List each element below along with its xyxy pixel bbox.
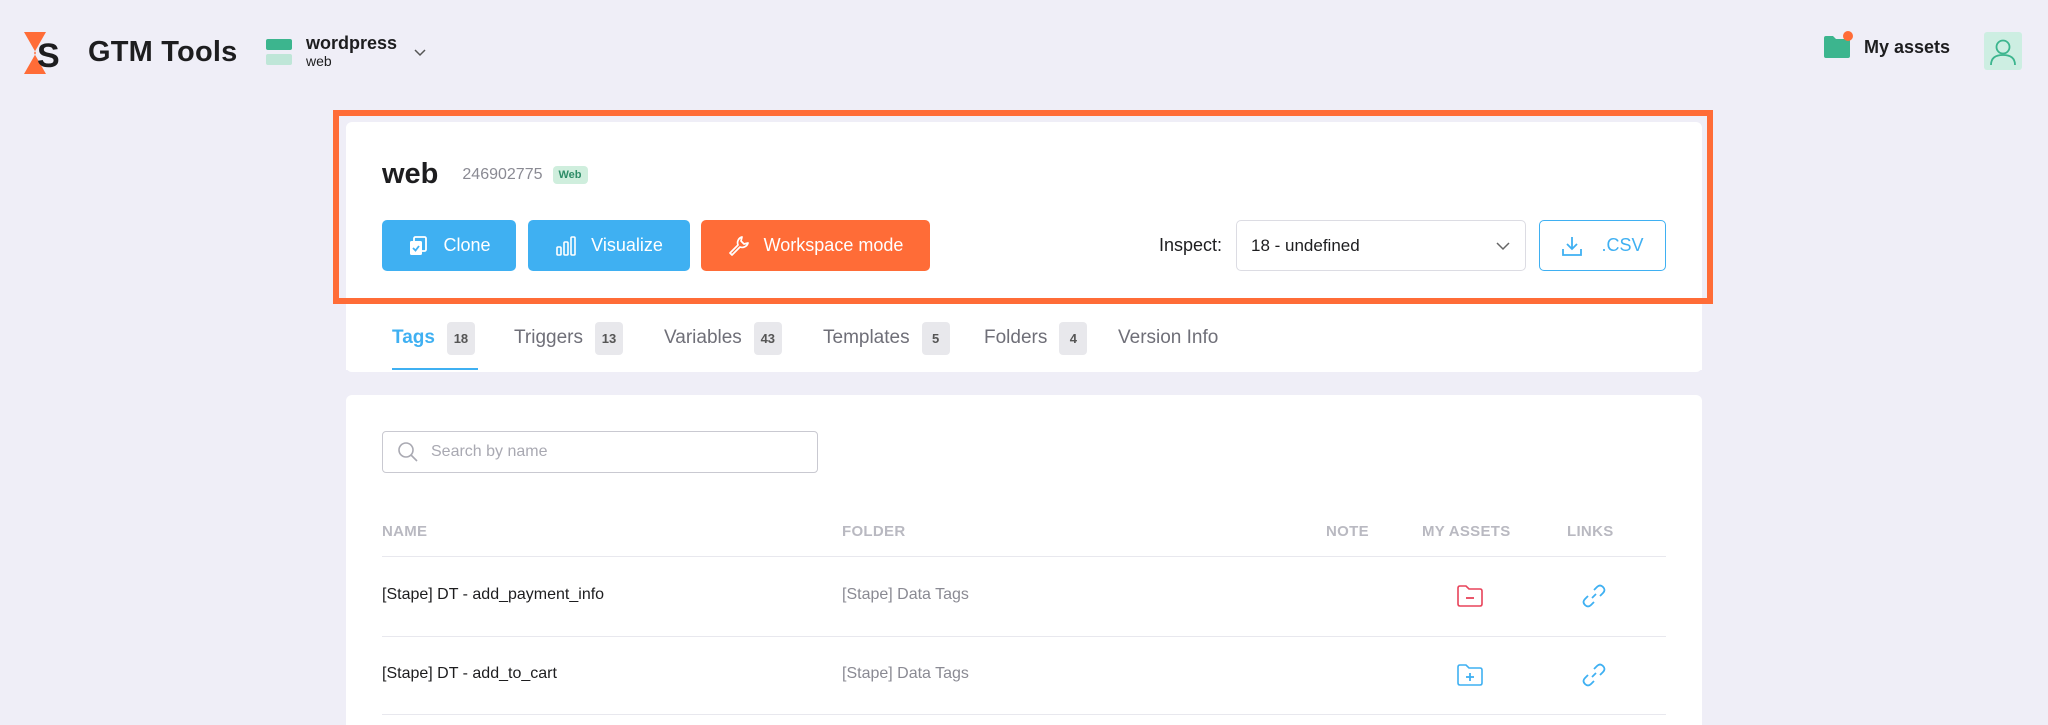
tab-count: 18 [446, 321, 475, 355]
tab-version-info[interactable]: Version Info [1118, 320, 1218, 356]
inspect-label: Inspect: [1159, 235, 1223, 255]
tag-name[interactable]: [Stape] DT - add_to_cart [382, 665, 557, 683]
search-box [382, 431, 818, 473]
folder-minus-icon[interactable] [1456, 582, 1484, 610]
inspect-version-select[interactable]: 18 - undefined [1236, 220, 1526, 271]
container-title-row: web 246902775 Web [382, 158, 588, 191]
tag-folder: [Stape] Data Tags [842, 586, 969, 603]
folder-plus-icon[interactable] [1456, 661, 1484, 689]
container-icon [266, 39, 292, 65]
svg-text:S: S [37, 37, 60, 74]
search-input[interactable] [431, 443, 811, 461]
clone-button[interactable]: Clone [382, 220, 516, 271]
user-icon [1990, 39, 2016, 66]
tag-folder: [Stape] Data Tags [842, 665, 969, 682]
folder-icon [1824, 31, 1853, 58]
workspace-mode-button[interactable]: Workspace mode [701, 220, 930, 271]
top-bar: S GTM Tools wordpress web My assets [0, 0, 2048, 104]
column-header-name[interactable]: NAME [382, 523, 427, 540]
tab-label: Tags [392, 327, 435, 348]
tab-tags[interactable]: Tags 18 [392, 320, 475, 356]
notification-dot [1843, 31, 1853, 41]
tag-name[interactable]: [Stape] DT - add_payment_info [382, 586, 604, 604]
link-icon[interactable] [1580, 661, 1608, 689]
tab-label: Version Info [1118, 327, 1219, 348]
container-id: 246902775 [462, 165, 543, 183]
tab-label: Variables [664, 327, 742, 348]
stape-logo[interactable]: S [24, 32, 64, 74]
tab-folders[interactable]: Folders 4 [984, 320, 1088, 356]
tab-count: 4 [1059, 321, 1088, 355]
row-divider [382, 714, 1666, 715]
tab-label: Folders [984, 327, 1048, 348]
container-name: wordpress [306, 33, 398, 54]
tab-triggers[interactable]: Triggers 13 [514, 320, 623, 356]
visualize-button[interactable]: Visualize [528, 220, 690, 271]
tab-count: 43 [753, 321, 782, 355]
column-header-folder[interactable]: FOLDER [842, 523, 905, 540]
container-type: web [306, 53, 332, 70]
search-icon [398, 442, 418, 462]
tab-count: 13 [594, 321, 623, 355]
chevron-down-icon [414, 49, 426, 57]
tab-templates[interactable]: Templates 5 [823, 320, 950, 356]
bar-chart-icon [556, 235, 576, 256]
clone-icon [410, 235, 428, 255]
user-avatar[interactable] [1984, 32, 2022, 70]
download-icon [1562, 236, 1583, 256]
my-assets-link[interactable]: My assets [1824, 31, 1951, 58]
row-divider [382, 556, 1666, 557]
column-header-my-assets: MY ASSETS [1422, 523, 1511, 540]
container-selector[interactable]: wordpress web [266, 30, 427, 74]
chevron-down-icon [1496, 241, 1510, 250]
brand-name: GTM Tools [88, 36, 238, 68]
clone-label: Clone [443, 235, 491, 255]
wrench-icon [728, 235, 749, 256]
column-header-note: NOTE [1326, 523, 1369, 540]
inspect-selected-value: 18 - undefined [1251, 235, 1360, 255]
tab-variables[interactable]: Variables 43 [664, 320, 782, 356]
link-icon[interactable] [1580, 582, 1608, 610]
page-title: web [382, 158, 439, 190]
export-csv-label: .CSV [1601, 235, 1644, 255]
tab-label: Templates [823, 327, 910, 348]
column-header-links: LINKS [1567, 523, 1614, 540]
tab-count: 5 [921, 321, 950, 355]
tab-label: Triggers [514, 327, 583, 348]
container-type-badge: Web [552, 165, 588, 184]
my-assets-label: My assets [1864, 36, 1951, 57]
row-divider [382, 636, 1666, 637]
visualize-label: Visualize [591, 235, 663, 255]
workspace-mode-label: Workspace mode [763, 235, 904, 255]
export-csv-button[interactable]: .CSV [1539, 220, 1666, 271]
active-tab-indicator [392, 368, 478, 370]
